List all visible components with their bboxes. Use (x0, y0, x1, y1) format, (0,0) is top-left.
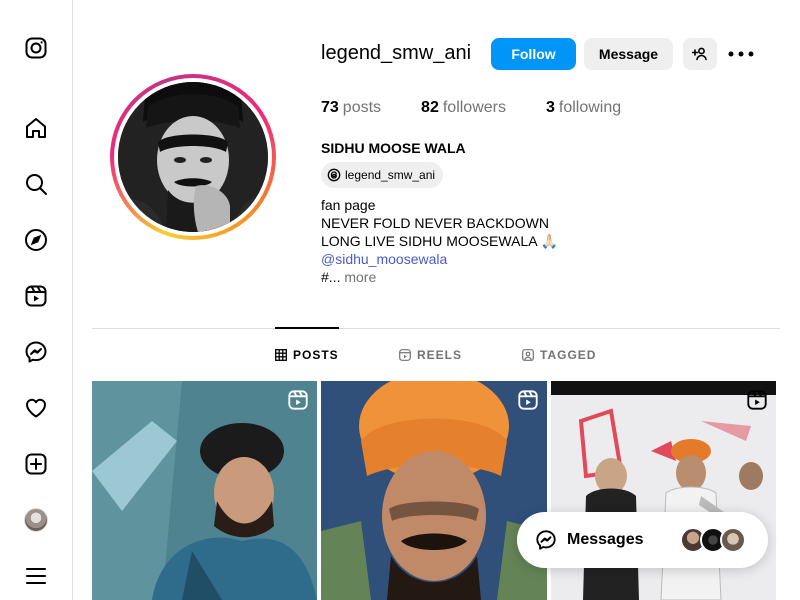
messenger-icon (536, 530, 556, 550)
suggest-users-button[interactable] (683, 38, 717, 70)
tabs-divider (92, 328, 780, 329)
reels-icon[interactable] (24, 284, 48, 308)
following-count: 3 (545, 99, 555, 116)
tagged-icon (522, 349, 534, 361)
threads-handle: legend_smw_ani (345, 168, 436, 182)
followers-count: 82 (421, 99, 439, 116)
bio-line: NEVER FOLD NEVER BACKDOWN (321, 215, 549, 231)
create-icon[interactable] (24, 452, 48, 476)
bio-truncated-line: #... more (321, 268, 558, 286)
profile-full-name: SIDHU MOOSE WALA (321, 140, 466, 156)
reel-icon (747, 390, 767, 410)
messages-drawer-button[interactable]: Messages (517, 512, 768, 568)
bio-hashtag-prefix: #... (321, 269, 341, 285)
profile-picture (118, 82, 268, 232)
messages-label: Messages (567, 531, 644, 548)
tab-posts-label: POSTS (293, 348, 339, 362)
reel-icon (288, 390, 308, 410)
following-label: following (558, 99, 622, 116)
heart-icon[interactable] (24, 396, 48, 420)
tab-reels[interactable]: REELS (399, 348, 462, 362)
bio-line: fan page (321, 197, 376, 213)
follow-button[interactable]: Follow (491, 38, 576, 70)
post-image (321, 381, 547, 600)
tab-tagged[interactable]: TAGGED (522, 348, 596, 362)
followers-label: followers (442, 99, 506, 116)
instagram-icon[interactable] (24, 36, 48, 60)
more-options-icon (728, 51, 754, 57)
tab-reels-label: REELS (417, 348, 463, 362)
bio-more-link[interactable]: more (344, 269, 376, 285)
profile-picture-frame (114, 78, 272, 236)
message-button[interactable]: Message (584, 38, 673, 70)
following-stat[interactable]: 3 following (546, 99, 621, 117)
tab-posts[interactable]: POSTS (275, 348, 339, 362)
home-icon[interactable] (24, 116, 48, 140)
avatar[interactable] (24, 508, 48, 532)
search-icon[interactable] (24, 172, 48, 196)
add-user-icon (692, 47, 707, 61)
sidebar (0, 0, 73, 600)
posts-stat: 73 posts (321, 99, 381, 117)
avatar (720, 527, 746, 553)
profile-username: legend_smw_ani (321, 42, 472, 64)
profile-bio: fan page NEVER FOLD NEVER BACKDOWN LONG … (321, 196, 558, 286)
active-tab-indicator (275, 327, 339, 329)
posts-label: posts (342, 99, 382, 116)
bio-line: LONG LIVE SIDHU MOOSEWALA 🙏🏻 (321, 233, 559, 249)
reel-icon (518, 390, 538, 410)
post-image (92, 381, 317, 600)
messenger-icon[interactable] (24, 340, 48, 364)
post-thumbnail[interactable] (321, 381, 547, 600)
profile-picture-ring[interactable] (110, 74, 276, 240)
options-button[interactable] (728, 42, 754, 66)
grid-icon (275, 349, 287, 361)
profile-stats: 73 posts 82 followers 3 following (321, 99, 661, 117)
posts-count: 73 (321, 99, 339, 116)
bio-mention-link[interactable]: @sidhu_moosewala (321, 250, 558, 268)
reels-tab-icon (399, 349, 411, 361)
tab-tagged-label: TAGGED (540, 348, 597, 362)
post-thumbnail[interactable] (92, 381, 317, 600)
threads-badge[interactable]: legend_smw_ani (321, 162, 444, 188)
explore-icon[interactable] (24, 228, 48, 252)
threads-icon (327, 168, 341, 182)
messages-avatars (680, 527, 746, 553)
menu-icon[interactable] (24, 564, 48, 588)
followers-stat[interactable]: 82 followers (421, 99, 506, 117)
